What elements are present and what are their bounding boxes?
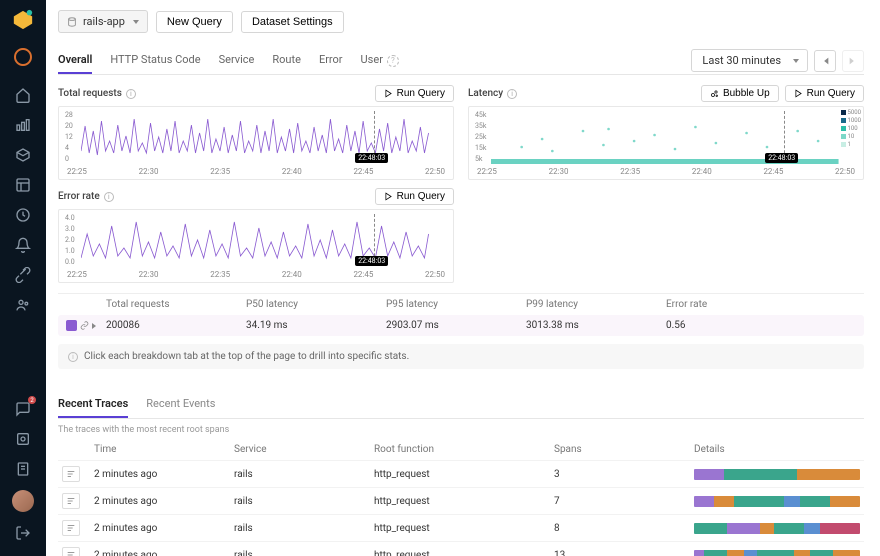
subtab-recent-events[interactable]: Recent Events: [146, 391, 215, 418]
span-bar: [694, 496, 860, 507]
time-range-selector[interactable]: Last 30 minutes: [691, 49, 808, 72]
total-requests-title: Total requestsi: [58, 88, 136, 99]
traces-description: The traces with the most recent root spa…: [58, 419, 864, 439]
time-marker: 22:48:03: [765, 153, 798, 163]
error-rate-chart[interactable]: 4.03.02.01.00.0 22:48:03 22:2522:3022:35…: [58, 209, 454, 283]
app-logo[interactable]: [9, 6, 37, 34]
help-icon[interactable]: ?: [387, 55, 399, 67]
span-bar: [694, 469, 860, 480]
expand-caret[interactable]: [92, 323, 96, 329]
trace-icon[interactable]: [62, 466, 80, 482]
new-query-button[interactable]: New Query: [156, 11, 233, 33]
step-back-button[interactable]: [814, 50, 836, 72]
nav-boards-icon[interactable]: [6, 170, 40, 200]
col-total-requests: Total requests: [106, 299, 246, 310]
info-icon[interactable]: i: [507, 89, 517, 99]
nav-chart-icon[interactable]: [6, 110, 40, 140]
nav-help-icon[interactable]: 2: [6, 394, 40, 424]
sidebar: 2: [0, 0, 46, 556]
dataset-selector[interactable]: rails-app: [58, 10, 148, 33]
trace-row[interactable]: 2 minutes agorailshttp_request7: [58, 487, 864, 514]
database-icon: [67, 17, 77, 27]
tab-route[interactable]: Route: [272, 47, 301, 74]
info-icon[interactable]: i: [104, 192, 114, 202]
row-checkbox[interactable]: [66, 320, 77, 331]
summary-row[interactable]: 200086 34.19 ms 2903.07 ms 3013.38 ms 0.…: [58, 315, 864, 336]
trace-row[interactable]: 2 minutes agorailshttp_request3: [58, 460, 864, 487]
total-requests-chart[interactable]: 28201240 22:48:03 22:2522:3022:3522:4022…: [58, 106, 454, 180]
tab-overall[interactable]: Overall: [58, 47, 92, 74]
play-icon: [384, 192, 393, 201]
latency-chart[interactable]: 45k35k25k15k5k 5000 1000: [468, 106, 864, 180]
nav-integrations-icon[interactable]: [6, 260, 40, 290]
latency-legend: 5000 1000 100 10 1: [841, 109, 862, 149]
bubble-up-button[interactable]: Bubble Up: [701, 85, 779, 102]
trace-icon[interactable]: [62, 520, 80, 536]
nav-docs-icon[interactable]: [6, 454, 40, 484]
org-switcher[interactable]: [14, 48, 32, 66]
latency-title: Latencyi: [468, 88, 517, 99]
col-p95: P95 latency: [386, 299, 526, 310]
bubble-icon: [710, 89, 719, 98]
logout-icon[interactable]: [6, 518, 40, 548]
info-icon: i: [68, 352, 78, 362]
span-bar: [694, 523, 860, 534]
link-icon[interactable]: [80, 321, 89, 330]
user-avatar[interactable]: [12, 490, 34, 512]
span-bar: [694, 550, 860, 556]
trace-row[interactable]: 2 minutes agorailshttp_request8: [58, 514, 864, 541]
dataset-name: rails-app: [83, 15, 125, 28]
dataset-settings-button[interactable]: Dataset Settings: [241, 11, 344, 33]
run-query-button[interactable]: Run Query: [785, 85, 864, 102]
subtab-recent-traces[interactable]: Recent Traces: [58, 391, 128, 418]
trace-icon[interactable]: [62, 493, 80, 509]
play-icon: [794, 89, 803, 98]
hint-banner: i Click each breakdown tab at the top of…: [58, 344, 864, 369]
info-icon[interactable]: i: [126, 89, 136, 99]
nav-history-icon[interactable]: [6, 200, 40, 230]
col-p50: P50 latency: [246, 299, 386, 310]
col-error-rate: Error rate: [666, 299, 856, 310]
breakdown-tabs: Overall HTTP Status Code Service Route Error…: [58, 47, 383, 74]
nav-alerts-icon[interactable]: [6, 230, 40, 260]
nav-usage-icon[interactable]: [6, 424, 40, 454]
run-query-button[interactable]: Run Query: [375, 85, 454, 102]
trace-icon[interactable]: [62, 547, 80, 556]
time-marker: 22:48:03: [355, 256, 388, 266]
tab-error[interactable]: Error: [319, 47, 343, 74]
tab-user[interactable]: User: [361, 47, 383, 74]
run-query-button[interactable]: Run Query: [375, 188, 454, 205]
nav-team-icon[interactable]: [6, 290, 40, 320]
play-icon: [384, 89, 393, 98]
breakdown-tabs-row: Overall HTTP Status Code Service Route Error…: [58, 47, 864, 75]
nav-datasets-icon[interactable]: [6, 140, 40, 170]
main-content: rails-app New Query Dataset Settings Ove…: [46, 0, 880, 556]
nav-home-icon[interactable]: [6, 80, 40, 110]
topbar: rails-app New Query Dataset Settings: [58, 10, 864, 33]
tab-service[interactable]: Service: [219, 47, 255, 74]
trace-row[interactable]: 2 minutes agorailshttp_request13: [58, 541, 864, 556]
traces-tabs: Recent Traces Recent Events: [58, 391, 864, 419]
error-rate-title: Error ratei: [58, 191, 114, 202]
summary-table: Total requests P50 latency P95 latency P…: [58, 293, 864, 336]
step-forward-button[interactable]: [842, 50, 864, 72]
time-marker: 22:48:03: [355, 153, 388, 163]
tab-http-status-code[interactable]: HTTP Status Code: [110, 47, 200, 74]
col-p99: P99 latency: [526, 299, 666, 310]
